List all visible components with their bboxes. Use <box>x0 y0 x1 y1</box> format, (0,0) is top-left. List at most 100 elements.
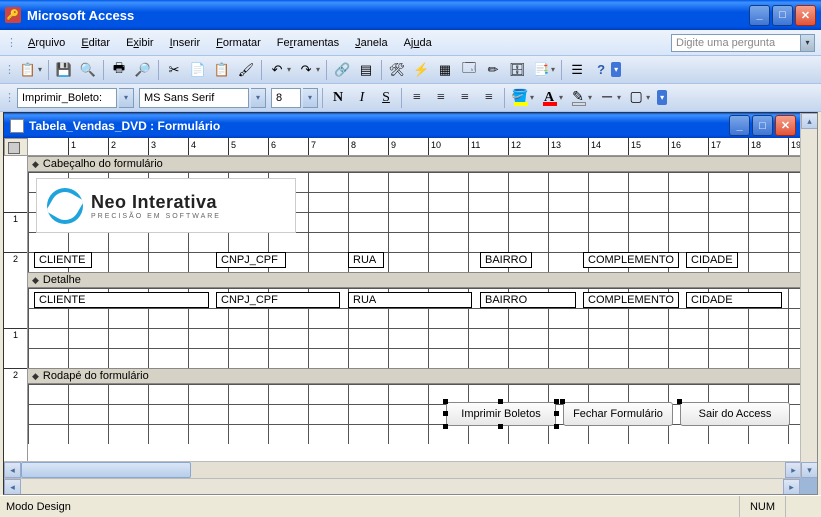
minimize-button[interactable]: _ <box>749 5 770 26</box>
mdi-vscrollbar[interactable]: ▴ ▾ <box>800 113 817 478</box>
button-imprimir-boletos[interactable]: Imprimir Boletos <box>446 402 556 426</box>
form-hscrollbar[interactable]: ◂ ▸ <box>4 461 802 478</box>
section-bar-header[interactable]: ◆ Cabeçalho do formulário <box>28 156 802 172</box>
autoformat-button[interactable]: ⚡ <box>410 59 432 81</box>
form-close-button[interactable]: ✕ <box>775 115 796 136</box>
field-list-button[interactable]: ▤ <box>355 59 377 81</box>
database-window-button[interactable]: 🗄 <box>506 59 528 81</box>
help-question-input[interactable]: Digite uma pergunta <box>671 34 801 52</box>
field-cidade[interactable]: CIDADE <box>686 292 782 308</box>
redo-button[interactable]: ↷ <box>295 59 317 81</box>
field-cnpj[interactable]: CNPJ_CPF <box>216 292 340 308</box>
size-combo[interactable]: 8 <box>271 88 301 108</box>
header-section-grid[interactable]: Neo Interativa PRECISÃO EM SOFTWARE CLIE… <box>28 172 802 272</box>
object-combo[interactable]: Imprimir_Boleto: <box>17 88 117 108</box>
format-toolbar-options[interactable]: ▾ <box>657 90 667 105</box>
help-question-dropdown[interactable]: ▾ <box>801 34 815 52</box>
align-center-button[interactable]: ≡ <box>430 87 452 109</box>
selection-handle[interactable] <box>554 411 559 416</box>
section-bar-detail[interactable]: ◆ Detalhe <box>28 272 802 288</box>
form-minimize-button[interactable]: _ <box>729 115 750 136</box>
field-rua[interactable]: RUA <box>348 292 472 308</box>
view-button[interactable]: 📋 <box>17 59 39 81</box>
search-button[interactable]: 🔍 <box>77 59 99 81</box>
selection-handle[interactable] <box>498 399 503 404</box>
scroll-down-icon[interactable]: ▾ <box>801 462 818 478</box>
size-combo-arrow[interactable]: ▾ <box>303 88 318 108</box>
scroll-up-icon[interactable]: ▴ <box>801 113 818 129</box>
undo-button[interactable]: ↶ <box>266 59 288 81</box>
toolbox-button[interactable]: 🛠 <box>386 59 408 81</box>
label-cnpj[interactable]: CNPJ_CPF <box>216 252 286 268</box>
selection-handle[interactable] <box>498 424 503 429</box>
form-maximize-button[interactable]: □ <box>752 115 773 136</box>
label-cliente[interactable]: CLIENTE <box>34 252 92 268</box>
selection-handle[interactable] <box>554 399 559 404</box>
fill-color-button[interactable]: 🪣 <box>509 87 531 109</box>
menu-ajuda[interactable]: Ajuda <box>396 34 440 52</box>
print-button[interactable]: 🖶 <box>108 59 130 81</box>
special-effect-button[interactable]: ▢ <box>625 87 647 109</box>
paste-button[interactable]: 📋 <box>211 59 233 81</box>
horizontal-ruler[interactable]: 1 2 3 4 5 6 7 8 9 10 11 12 13 14 15 16 1 <box>28 138 802 156</box>
build-button[interactable]: ✏ <box>482 59 504 81</box>
menu-inserir[interactable]: Inserir <box>162 34 209 52</box>
properties-button[interactable]: 🗔 <box>458 59 480 81</box>
menu-formatar[interactable]: Formatar <box>208 34 269 52</box>
field-bairro[interactable]: BAIRRO <box>480 292 576 308</box>
italic-button[interactable]: I <box>351 87 373 109</box>
button-fechar-formulario[interactable]: Fechar Formulário <box>563 402 673 426</box>
relationships-button[interactable]: ☰ <box>566 59 588 81</box>
object-combo-arrow[interactable]: ▾ <box>119 88 134 108</box>
selection-handle[interactable] <box>443 411 448 416</box>
selection-handle[interactable] <box>443 424 448 429</box>
new-object-button[interactable]: 📑 <box>530 59 552 81</box>
selection-handle[interactable] <box>677 399 682 404</box>
field-complemento[interactable]: COMPLEMENTO <box>583 292 679 308</box>
section-bar-footer[interactable]: ◆ Rodapé do formulário <box>28 368 802 384</box>
button-sair-access[interactable]: Sair do Access <box>680 402 790 426</box>
align-justify-button[interactable]: ≡ <box>478 87 500 109</box>
font-combo-arrow[interactable]: ▾ <box>251 88 266 108</box>
bold-button[interactable]: N <box>327 87 349 109</box>
copy-button[interactable]: 📄 <box>187 59 209 81</box>
align-left-button[interactable]: ≡ <box>406 87 428 109</box>
menu-exibir[interactable]: Exibir <box>118 34 162 52</box>
line-width-button[interactable]: ─ <box>596 87 618 109</box>
field-cliente[interactable]: CLIENTE <box>34 292 209 308</box>
underline-button[interactable]: S <box>375 87 397 109</box>
preview-button[interactable]: 🔎 <box>132 59 154 81</box>
label-cidade[interactable]: CIDADE <box>686 252 738 268</box>
label-complemento[interactable]: COMPLEMENTO <box>583 252 679 268</box>
selection-handle[interactable] <box>443 399 448 404</box>
line-color-button[interactable]: ✎ <box>567 87 589 109</box>
maximize-button[interactable]: □ <box>772 5 793 26</box>
menu-arquivo[interactable]: Arquivo <box>20 34 73 52</box>
align-right-button[interactable]: ≡ <box>454 87 476 109</box>
font-color-button[interactable]: A <box>538 87 560 109</box>
label-bairro[interactable]: BAIRRO <box>480 252 532 268</box>
detail-section-grid[interactable]: CLIENTE CNPJ_CPF RUA BAIRRO COMPLEMENTO … <box>28 288 802 368</box>
font-combo[interactable]: MS Sans Serif <box>139 88 249 108</box>
logo-image[interactable]: Neo Interativa PRECISÃO EM SOFTWARE <box>36 178 296 233</box>
cut-button[interactable]: ✂ <box>163 59 185 81</box>
menu-editar[interactable]: Editar <box>73 34 118 52</box>
code-button[interactable]: ▦ <box>434 59 456 81</box>
mdi-hscrollbar[interactable]: ◂ ▸ <box>4 478 800 494</box>
help-button[interactable]: ? <box>590 59 612 81</box>
scroll-left-icon[interactable]: ◂ <box>4 479 21 495</box>
toolbar-options[interactable]: ▾ <box>611 62 621 77</box>
close-button[interactable]: ✕ <box>795 5 816 26</box>
menu-ferramentas[interactable]: Ferramentas <box>269 34 347 52</box>
format-painter-button[interactable]: 🖌 <box>235 59 257 81</box>
label-rua[interactable]: RUA <box>348 252 384 268</box>
save-button[interactable]: 💾 <box>53 59 75 81</box>
selection-handle[interactable] <box>554 424 559 429</box>
scroll-right-icon[interactable]: ▸ <box>783 479 800 495</box>
scroll-left-icon[interactable]: ◂ <box>4 462 21 478</box>
footer-section-grid[interactable]: Imprimir Boletos Fechar Formulário Sair … <box>28 384 802 444</box>
vertical-ruler[interactable]: 1 2 1 2 <box>4 156 28 461</box>
ruler-corner[interactable] <box>4 138 28 156</box>
selection-handle[interactable] <box>560 399 565 404</box>
menu-janela[interactable]: Janela <box>347 34 395 52</box>
